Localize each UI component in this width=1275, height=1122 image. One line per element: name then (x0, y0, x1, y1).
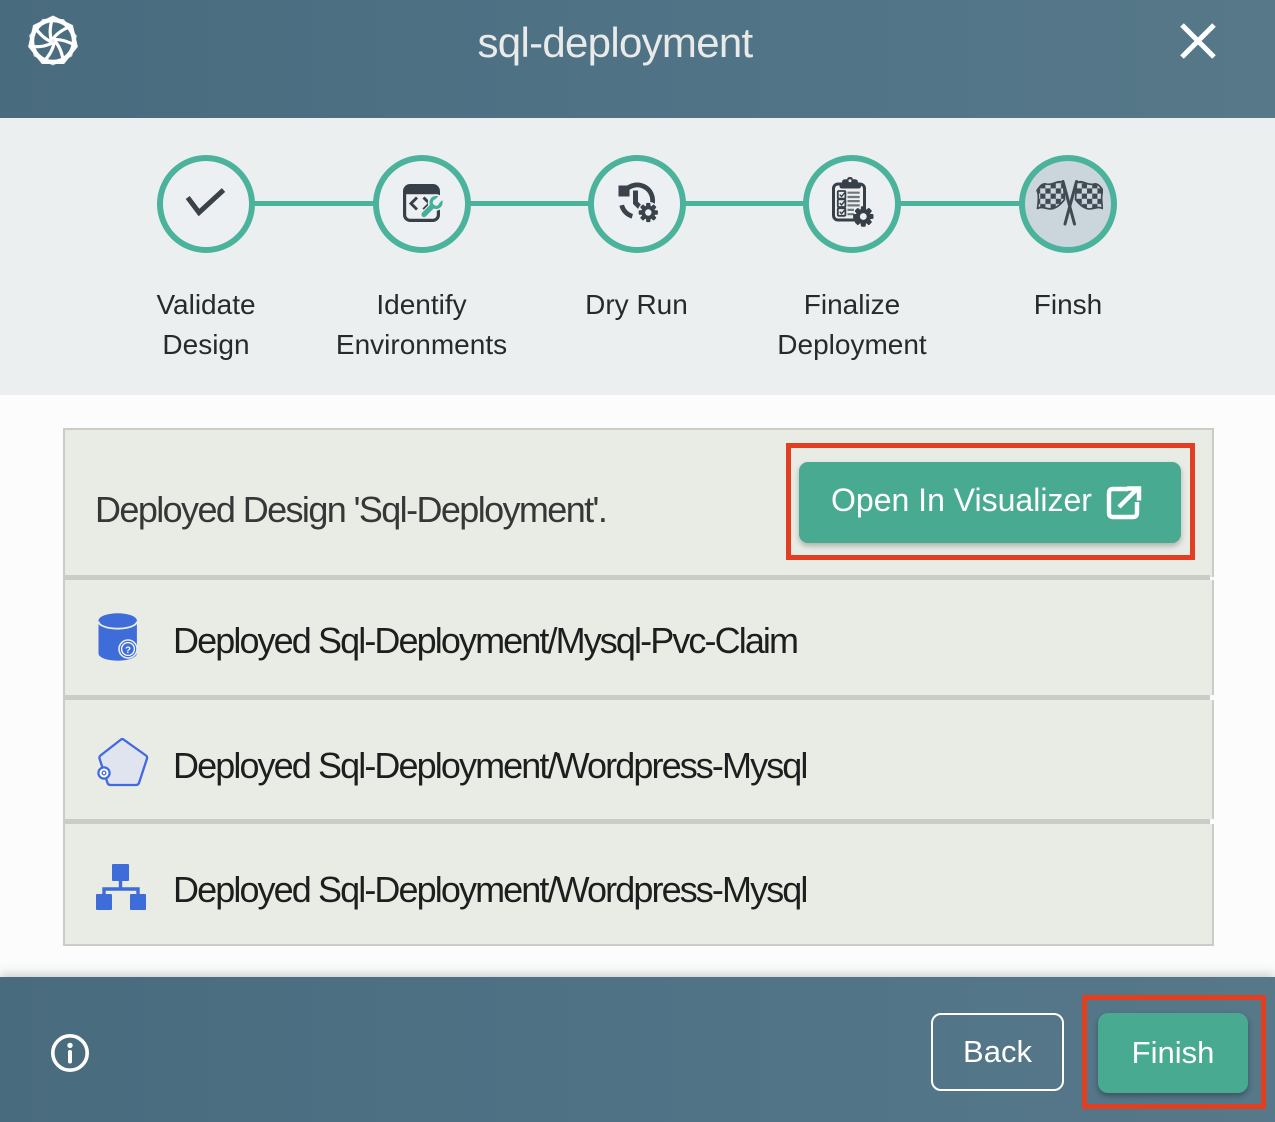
svg-text:?: ? (125, 645, 131, 656)
